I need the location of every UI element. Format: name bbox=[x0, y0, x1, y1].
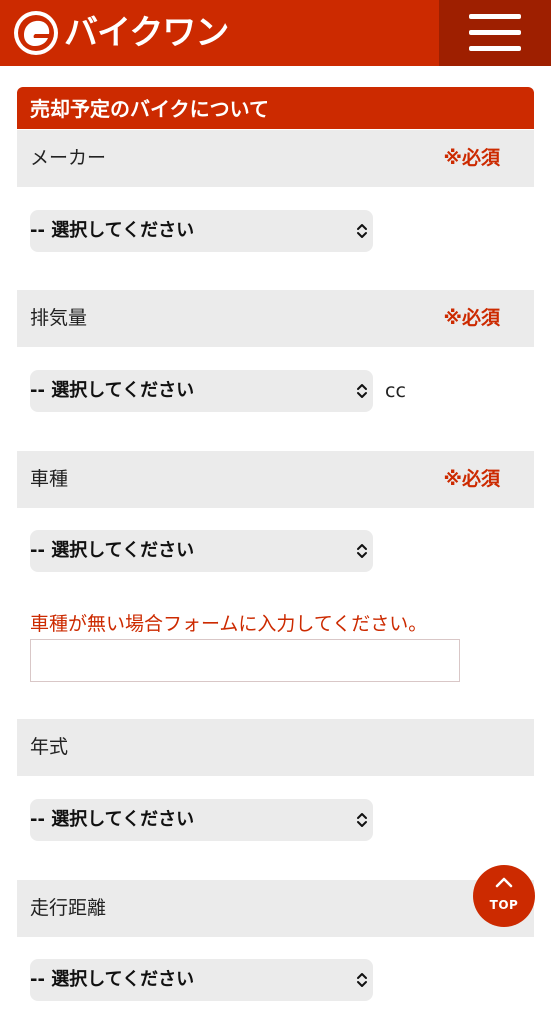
displacement-label: 排気量 bbox=[30, 307, 88, 329]
model-select[interactable]: -- 選択してください bbox=[30, 530, 373, 572]
maker-label: メーカー bbox=[30, 147, 107, 169]
helmet-logo-icon bbox=[14, 11, 58, 55]
year-label: 年式 bbox=[30, 736, 69, 758]
select-value: -- 選択してください bbox=[30, 540, 195, 561]
select-value: -- 選択してください bbox=[30, 969, 195, 990]
menu-bar-icon bbox=[469, 46, 521, 51]
displacement-unit: cc bbox=[385, 380, 406, 402]
select-value: -- 選択してください bbox=[30, 380, 195, 401]
section-title: 売却予定のバイクについて bbox=[17, 87, 534, 129]
displacement-field-header: 排気量 ※必須 bbox=[17, 290, 534, 347]
model-text-input[interactable] bbox=[30, 639, 460, 682]
hamburger-menu-button[interactable] bbox=[439, 0, 551, 66]
displacement-select[interactable]: -- 選択してください bbox=[30, 370, 373, 412]
model-note: 車種が無い場合フォームに入力してください。 bbox=[30, 613, 428, 635]
menu-bar-icon bbox=[469, 14, 521, 19]
up-down-chevron-icon bbox=[357, 224, 367, 238]
header: バイクワン bbox=[0, 0, 551, 66]
back-to-top-label: TOP bbox=[489, 898, 519, 912]
model-field-header: 車種 ※必須 bbox=[17, 451, 534, 508]
select-value: -- 選択してください bbox=[30, 220, 195, 241]
up-down-chevron-icon bbox=[357, 813, 367, 827]
maker-select[interactable]: -- 選択してください bbox=[30, 210, 373, 252]
mileage-field-header: 走行距離 bbox=[17, 880, 534, 937]
maker-field-header: メーカー ※必須 bbox=[17, 130, 534, 187]
back-to-top-button[interactable]: TOP bbox=[473, 865, 535, 927]
required-badge: ※必須 bbox=[443, 468, 500, 490]
logo[interactable]: バイクワン bbox=[14, 10, 229, 56]
required-badge: ※必須 bbox=[443, 307, 500, 329]
brand-name: バイクワン bbox=[64, 13, 229, 53]
up-down-chevron-icon bbox=[357, 544, 367, 558]
up-down-chevron-icon bbox=[357, 384, 367, 398]
mileage-label: 走行距離 bbox=[30, 897, 107, 919]
menu-bar-icon bbox=[469, 30, 521, 35]
chevron-up-icon bbox=[495, 877, 513, 888]
select-value: -- 選択してください bbox=[30, 809, 195, 830]
mileage-select[interactable]: -- 選択してください bbox=[30, 959, 373, 1001]
up-down-chevron-icon bbox=[357, 973, 367, 987]
required-badge: ※必須 bbox=[443, 147, 500, 169]
year-select[interactable]: -- 選択してください bbox=[30, 799, 373, 841]
model-label: 車種 bbox=[30, 468, 69, 490]
year-field-header: 年式 bbox=[17, 719, 534, 776]
